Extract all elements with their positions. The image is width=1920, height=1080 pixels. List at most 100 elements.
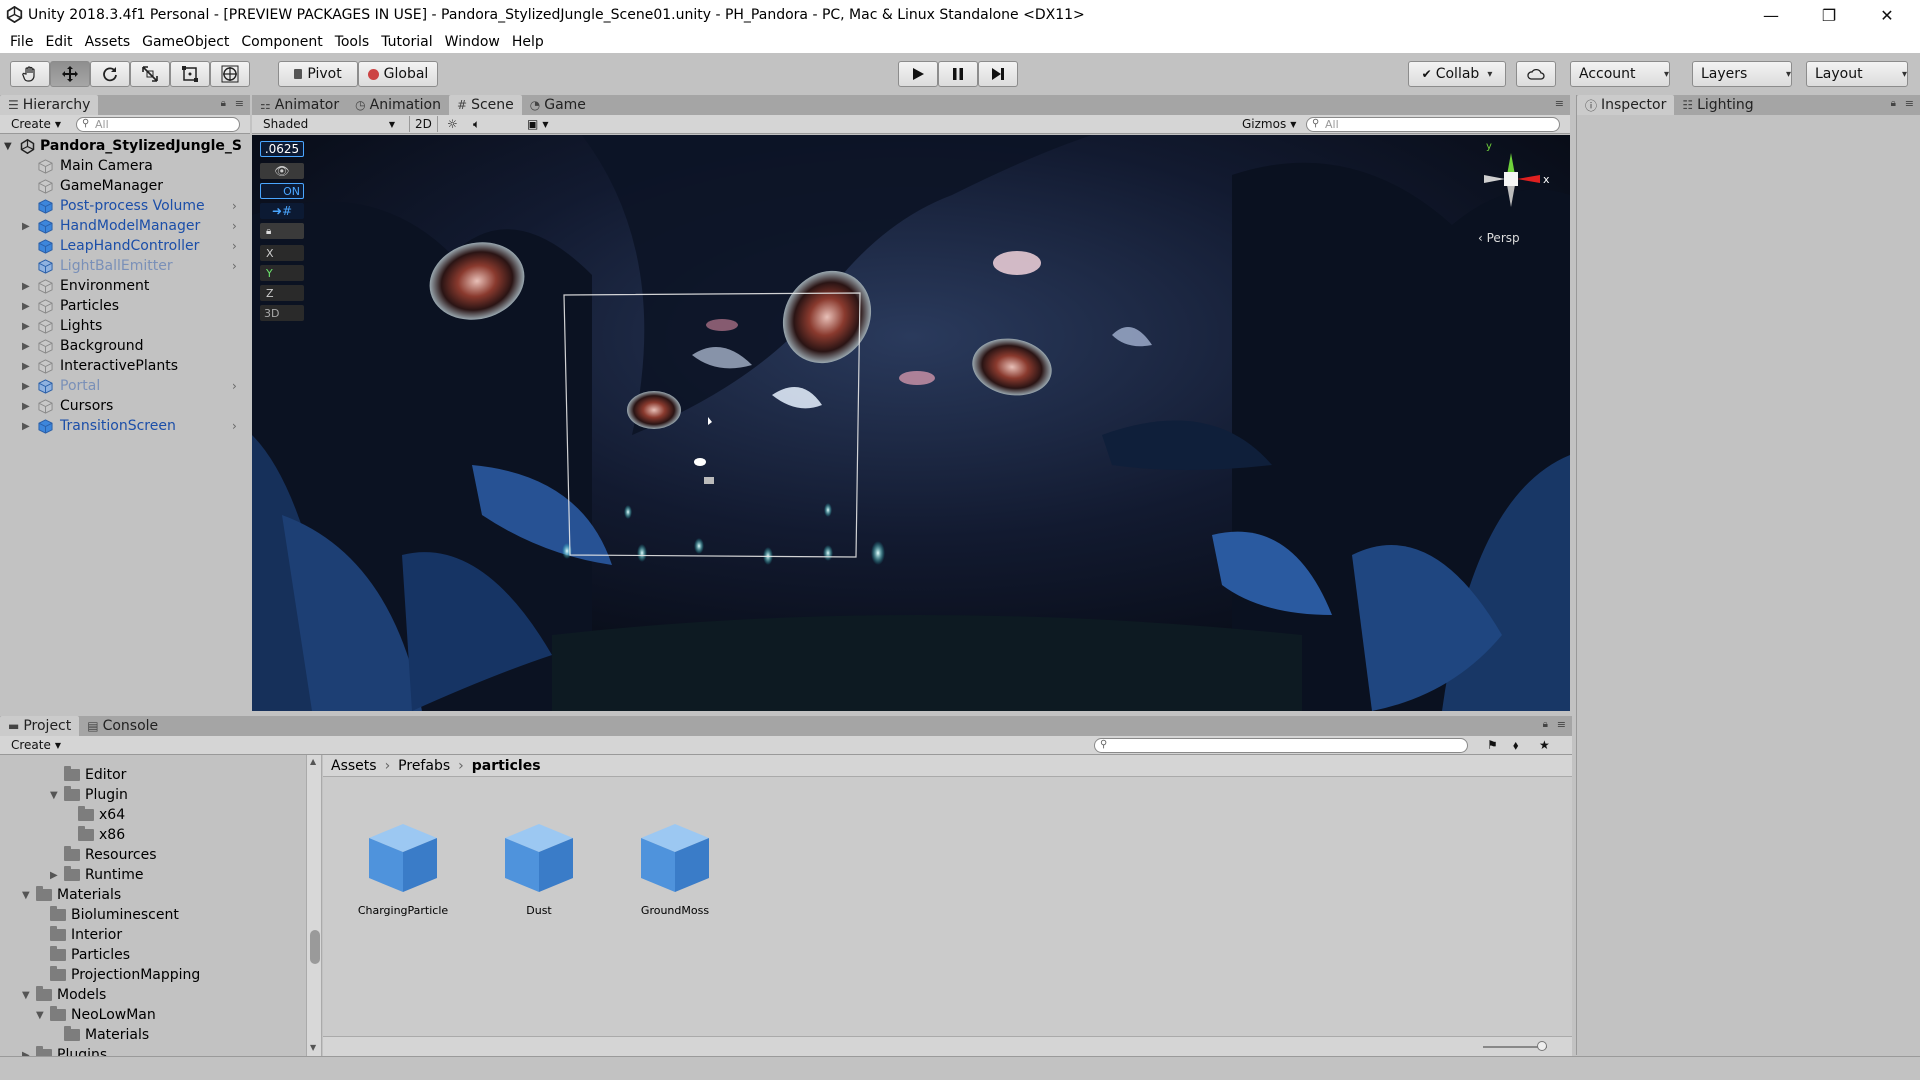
expand-arrow-icon[interactable]: ▼: [50, 790, 64, 801]
open-prefab-icon[interactable]: ›: [232, 239, 237, 253]
scale-tool-button[interactable]: [130, 61, 170, 87]
tree-scroll-thumb[interactable]: [310, 930, 320, 964]
open-prefab-icon[interactable]: ›: [232, 199, 237, 213]
transform-tool-button[interactable]: [210, 61, 250, 87]
tab-game[interactable]: ◔ Game: [522, 95, 594, 115]
lock-icon[interactable]: 🔒︎: [221, 98, 226, 109]
play-button[interactable]: [898, 61, 938, 87]
grid-z-toggle[interactable]: Z: [260, 285, 304, 301]
expand-arrow-icon[interactable]: ▶: [22, 221, 30, 232]
expand-arrow-icon[interactable]: ▶: [22, 381, 30, 392]
filter-by-label-button[interactable]: ⬧: [1508, 737, 1523, 753]
menu-tutorial[interactable]: Tutorial: [375, 34, 438, 50]
snap-value-field[interactable]: .0625: [260, 141, 304, 157]
folder-tree-item[interactable]: ▶ Runtime: [50, 865, 143, 885]
asset-item[interactable]: ChargingParticle: [348, 820, 458, 917]
hierarchy-item[interactable]: ▶ Particles: [0, 296, 250, 316]
folder-tree-item[interactable]: ▼ Materials: [22, 885, 121, 905]
menu-component[interactable]: Component: [235, 34, 328, 50]
expand-arrow-icon[interactable]: ▶: [22, 361, 30, 372]
asset-item[interactable]: Dust: [484, 820, 594, 917]
account-dropdown[interactable]: Account: [1570, 61, 1670, 87]
menu-edit[interactable]: Edit: [39, 34, 78, 50]
hierarchy-item[interactable]: ▶ TransitionScreen ›: [0, 416, 250, 436]
panel-menu-icon[interactable]: ≡: [1905, 97, 1914, 110]
pause-button[interactable]: [938, 61, 978, 87]
panel-menu-icon[interactable]: ≡: [1555, 97, 1564, 110]
expand-arrow-icon[interactable]: ▶: [22, 421, 30, 432]
maximize-button[interactable]: ❐: [1800, 0, 1858, 30]
hierarchy-item[interactable]: LightBallEmitter ›: [0, 256, 250, 276]
lighting-toggle-button[interactable]: ☼: [442, 116, 463, 132]
breadcrumb-prefabs[interactable]: Prefabs: [398, 758, 450, 774]
lock-icon[interactable]: 🔒︎: [1543, 719, 1548, 730]
layout-dropdown[interactable]: Layout: [1806, 61, 1908, 87]
open-prefab-icon[interactable]: ›: [232, 419, 237, 433]
expand-arrow-icon[interactable]: ▶: [22, 341, 30, 352]
lock-toggle[interactable]: 🔒︎: [260, 223, 304, 239]
move-tool-button[interactable]: [50, 61, 90, 87]
hierarchy-search-input[interactable]: ⚲ All: [76, 117, 240, 132]
folder-tree-item[interactable]: x86: [64, 825, 125, 845]
expand-arrow-icon[interactable]: ▶: [22, 301, 30, 312]
cloud-button[interactable]: [1516, 61, 1556, 87]
layers-dropdown[interactable]: Layers: [1692, 61, 1792, 87]
hand-tool-button[interactable]: [10, 61, 50, 87]
folder-tree-item[interactable]: ▼ Models: [22, 985, 106, 1005]
menu-assets[interactable]: Assets: [79, 34, 137, 50]
folder-tree-item[interactable]: Editor: [50, 765, 126, 785]
expand-arrow-icon[interactable]: ▶: [22, 281, 30, 292]
expand-arrow-icon[interactable]: ▼: [22, 890, 36, 901]
lock-icon[interactable]: 🔒︎: [1891, 98, 1896, 109]
global-toggle-button[interactable]: Global: [358, 61, 438, 87]
hierarchy-item[interactable]: ▶ InteractivePlants: [0, 356, 250, 376]
hierarchy-item[interactable]: Post-process Volume ›: [0, 196, 250, 216]
folder-tree-item[interactable]: ▼ Plugin: [50, 785, 128, 805]
snap-on-toggle[interactable]: ON: [260, 183, 304, 199]
tab-project[interactable]: ▬ Project: [0, 716, 80, 736]
breadcrumb-assets[interactable]: Assets: [331, 758, 377, 774]
hierarchy-item[interactable]: ▶ Cursors: [0, 396, 250, 416]
pivot-toggle-button[interactable]: Pivot: [278, 61, 358, 87]
project-search-input[interactable]: ⚲: [1094, 738, 1468, 753]
expand-arrow-icon[interactable]: ▶: [22, 401, 30, 412]
folder-tree-item[interactable]: Materials: [50, 1025, 149, 1045]
tab-inspector[interactable]: ⓘ Inspector: [1577, 95, 1675, 115]
grid-snap-toggle[interactable]: ➜#: [260, 203, 304, 219]
hierarchy-item[interactable]: Main Camera: [0, 156, 250, 176]
asset-item[interactable]: GroundMoss: [620, 820, 730, 917]
tab-animator[interactable]: ⚏ Animator: [252, 95, 347, 115]
menu-window[interactable]: Window: [439, 34, 506, 50]
hierarchy-item[interactable]: LeapHandController ›: [0, 236, 250, 256]
open-prefab-icon[interactable]: ›: [232, 379, 237, 393]
orientation-gizmo-icon[interactable]: [1472, 147, 1562, 227]
open-prefab-icon[interactable]: ›: [232, 219, 237, 233]
hierarchy-item[interactable]: ▶ Portal ›: [0, 376, 250, 396]
favorites-button[interactable]: ★: [1534, 737, 1555, 753]
scene-viewport[interactable]: .0625 👁︎ ON ➜# 🔒︎ X Y Z 3D y x ‹ Persp: [252, 135, 1570, 711]
scene-root-row[interactable]: ▼ Pandora_StylizedJungle_S: [0, 136, 250, 156]
folder-tree-item[interactable]: Bioluminescent: [36, 905, 179, 925]
tab-hierarchy[interactable]: ☰ Hierarchy: [0, 95, 99, 115]
folder-tree-item[interactable]: x64: [64, 805, 125, 825]
effects-dropdown[interactable]: ▣ ▼: [522, 116, 554, 132]
audio-toggle-button[interactable]: 🔈︎: [468, 116, 485, 132]
minimize-button[interactable]: —: [1742, 0, 1800, 30]
folder-tree-item[interactable]: Interior: [36, 925, 122, 945]
folder-tree-item[interactable]: ▶ Plugins: [22, 1045, 107, 1056]
collab-dropdown[interactable]: ✔ Collab: [1408, 61, 1506, 87]
hierarchy-item[interactable]: ▶ HandModelManager ›: [0, 216, 250, 236]
menu-file[interactable]: File: [4, 34, 39, 50]
hierarchy-item[interactable]: ▶ Lights: [0, 316, 250, 336]
rotate-tool-button[interactable]: [90, 61, 130, 87]
rect-tool-button[interactable]: [170, 61, 210, 87]
folder-tree-item[interactable]: ProjectionMapping: [36, 965, 200, 985]
open-prefab-icon[interactable]: ›: [232, 259, 237, 273]
tab-scene[interactable]: # Scene: [449, 95, 522, 115]
breadcrumb-particles[interactable]: particles: [472, 758, 541, 774]
gizmos-dropdown[interactable]: Gizmos ▼: [1237, 116, 1301, 132]
close-button[interactable]: ✕: [1858, 0, 1916, 30]
2d-toggle-button[interactable]: 2D: [409, 116, 438, 132]
scene-search-input[interactable]: ⚲ All: [1306, 117, 1560, 132]
project-create-button[interactable]: Create ▼: [6, 737, 66, 753]
